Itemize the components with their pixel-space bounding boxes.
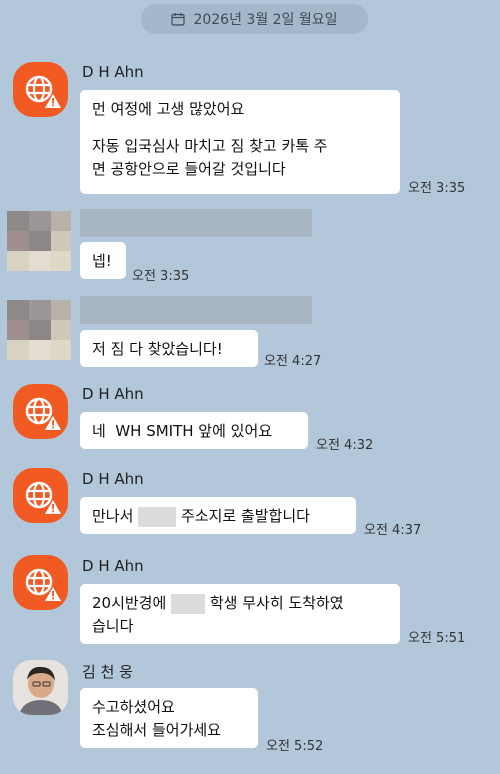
message-bubble[interactable]: 먼 여정에 고생 많았어요 자동 입국심사 마치고 짐 찾고 카톡 주 면 공항… (80, 90, 400, 194)
sender-name: D H Ahn (82, 470, 144, 488)
message-text: 네 WH SMITH 앞에 있어요 (92, 422, 273, 440)
sender-avatar-photo[interactable] (13, 660, 68, 715)
sender-avatar-globe-icon[interactable] (13, 555, 68, 610)
sender-name: D H Ahn (82, 385, 144, 403)
message-bubble[interactable]: 만나서 주소지로 출발합니다 (80, 497, 356, 534)
sender-name-redacted (80, 209, 312, 237)
sender-avatar-blurred[interactable] (7, 211, 71, 271)
message-time: 오전 5:51 (408, 631, 466, 646)
message-time: 오전 4:37 (364, 523, 422, 538)
message-bubble[interactable]: 수고하셨어요 조심해서 들어가세요 (80, 688, 258, 748)
redacted-text (171, 593, 206, 614)
sender-name: D H Ahn (82, 63, 144, 81)
sender-avatar-globe-icon[interactable] (13, 468, 68, 523)
sender-name-redacted (80, 296, 312, 324)
message-text: 학생 무사히 도착하였 (209, 594, 344, 612)
message-time: 오전 5:52 (266, 739, 324, 754)
message-bubble[interactable]: 20시반경에 학생 무사히 도착하였 습니다 (80, 584, 400, 644)
message-text: 자동 입국심사 마치고 짐 찾고 카톡 주 (92, 137, 328, 155)
message-line: 만나서 주소지로 출발합니다 (92, 505, 344, 528)
message-text: 먼 여정에 고생 많았어요 (92, 100, 245, 118)
message-time: 오전 4:27 (264, 354, 322, 369)
message-bubble[interactable]: 저 짐 다 찾았습니다! (80, 330, 258, 367)
sender-avatar-globe-icon[interactable] (13, 62, 68, 117)
message-text: 20시반경에 (92, 594, 167, 612)
message-bubble[interactable]: 네 WH SMITH 앞에 있어요 (80, 412, 308, 449)
sender-avatar-blurred[interactable] (7, 300, 71, 360)
message-text: 면 공항안으로 들어갈 것입니다 (92, 160, 286, 178)
message-time: 오전 3:35 (132, 269, 190, 284)
sender-name: 김 천 웅 (82, 663, 133, 681)
message-bubble[interactable]: 넵! (80, 242, 126, 279)
message-text: 조심해서 들어가세요 (92, 721, 221, 739)
sender-avatar-globe-icon[interactable] (13, 384, 68, 439)
message-text: 수고하셨어요 (92, 698, 175, 716)
calendar-icon (171, 13, 186, 26)
message-line: 20시반경에 학생 무사히 도착하였 (92, 592, 388, 615)
message-text: 주소지로 출발합니다 (180, 507, 310, 525)
message-time: 오전 3:35 (408, 181, 466, 196)
message-text: 저 짐 다 찾았습니다! (92, 340, 223, 358)
message-time: 오전 4:32 (316, 438, 374, 453)
redacted-text (138, 506, 177, 527)
message-text: 넵! (92, 252, 112, 270)
date-divider-text: 2026년 3월 2일 월요일 (193, 12, 338, 28)
sender-name: D H Ahn (82, 557, 144, 575)
message-text: 만나서 (92, 507, 134, 525)
message-text: 습니다 (92, 617, 134, 635)
date-divider: 2026년 3월 2일 월요일 (141, 4, 368, 34)
